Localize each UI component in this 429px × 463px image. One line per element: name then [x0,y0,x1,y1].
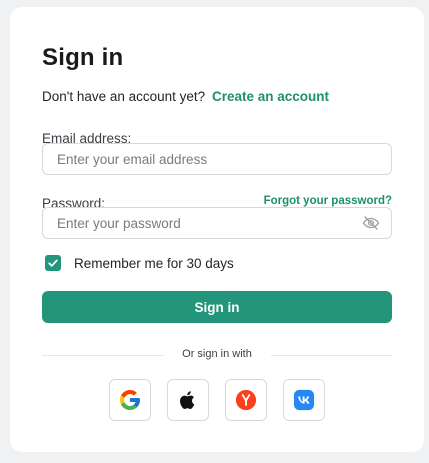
apple-signin-button[interactable] [167,379,209,421]
forgot-password-link[interactable]: Forgot your password? [264,195,392,207]
signup-prompt: Don't have an account yet? Create an acc… [42,89,329,104]
google-icon [120,390,140,410]
signin-card: Sign in Don't have an account yet? Creat… [10,7,424,452]
vk-signin-button[interactable] [283,379,325,421]
remember-checkbox[interactable] [45,255,61,271]
divider-right [271,355,392,356]
remember-label[interactable]: Remember me for 30 days [74,256,234,271]
eye-slash-icon[interactable] [362,214,380,232]
page-title: Sign in [42,44,124,71]
signin-button[interactable]: Sign in [42,291,392,323]
create-account-link[interactable]: Create an account [212,89,329,104]
no-account-text: Don't have an account yet? [42,89,206,104]
apple-icon [180,391,195,409]
check-icon [48,259,58,267]
google-signin-button[interactable] [109,379,151,421]
yandex-signin-button[interactable] [225,379,267,421]
divider-text: Or sign in with [182,348,252,360]
password-field[interactable] [42,207,392,239]
vk-icon [293,389,315,411]
email-field[interactable] [42,143,392,175]
yandex-icon [235,389,257,411]
